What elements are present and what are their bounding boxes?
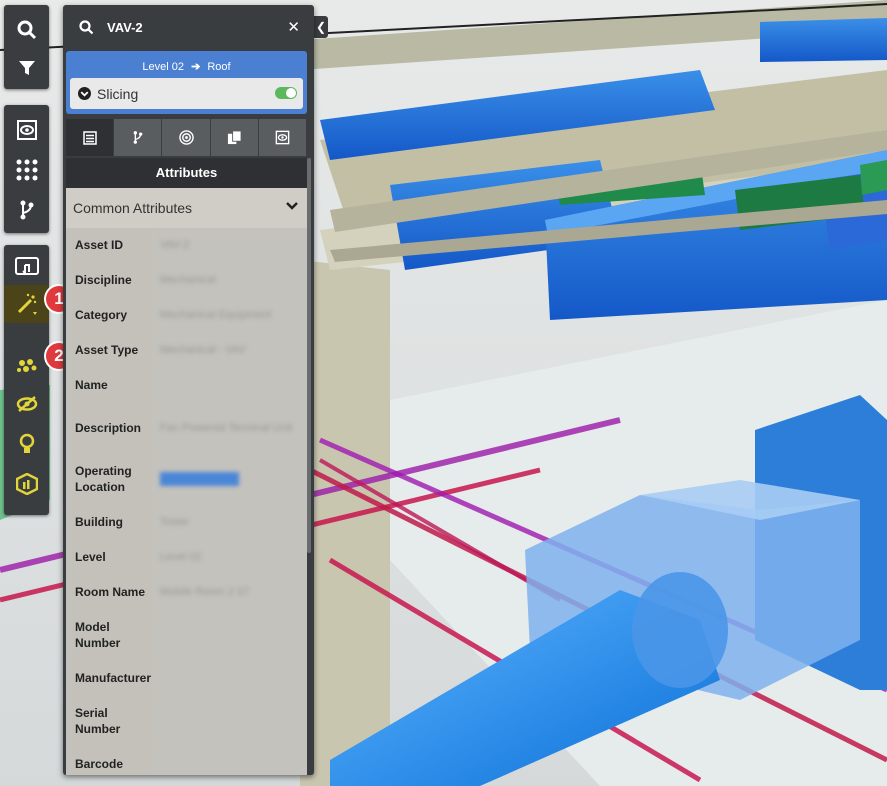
attr-row-operating-location: Operating Location Level 02 Area <box>72 454 299 505</box>
attr-key: Operating Location <box>72 454 152 504</box>
tab-hierarchy[interactable] <box>114 119 163 156</box>
tab-target[interactable] <box>162 119 211 156</box>
tab-attributes[interactable] <box>66 119 115 156</box>
collapse-panel-button[interactable]: ❮ <box>314 16 328 38</box>
documents-icon <box>227 130 242 145</box>
attr-key: Level <box>72 540 152 574</box>
hide-tool-button[interactable] <box>4 385 49 423</box>
search-bar[interactable]: VAV-2 ✕ <box>63 5 314 49</box>
attr-value: Fan Powered Terminal Unit <box>160 422 293 434</box>
toolbar-search-group <box>4 5 49 89</box>
attr-value: Mechanical Equipment <box>160 309 272 321</box>
dots-grid-icon <box>16 159 37 181</box>
panel-scrollbar[interactable] <box>307 158 311 553</box>
attr-key: Room Name <box>72 575 152 609</box>
panel-tabs <box>66 119 308 156</box>
filter-tool-button[interactable] <box>4 49 49 87</box>
attr-row-level: Level Level 02 <box>72 540 299 575</box>
attr-key: Description <box>72 403 152 453</box>
search-icon <box>17 20 36 40</box>
touch-select-button[interactable] <box>4 249 49 287</box>
magic-wand-icon <box>17 293 37 315</box>
touch-screen-icon <box>14 257 39 276</box>
attr-value: Level 02 <box>160 551 202 563</box>
attr-row-manufacturer: Manufacturer <box>72 661 299 696</box>
attributes-heading: Attributes <box>66 158 307 188</box>
attr-key: Name <box>72 368 152 402</box>
attr-key: Category <box>72 298 152 332</box>
attributes-panel: VAV-2 ✕ Level 02 ➔ Roof Slicing Attribut… <box>63 5 314 775</box>
attr-key: Serial Number <box>72 696 152 746</box>
attr-value: Mobile Room 2 07 <box>160 586 250 598</box>
model-tool-button[interactable] <box>4 465 49 503</box>
box-chart-icon <box>15 473 38 495</box>
attr-key: Model Number <box>72 610 152 660</box>
attr-key: Asset Type <box>72 333 152 367</box>
arrow-right-icon: ➔ <box>191 61 201 73</box>
list-icon <box>82 130 97 145</box>
attr-row-asset-id: Asset ID VAV-2 <box>72 228 299 263</box>
chevron-down-icon <box>286 202 298 210</box>
search-icon <box>79 20 94 35</box>
target-icon <box>178 130 194 145</box>
tab-documents[interactable] <box>210 119 259 156</box>
common-attributes-header[interactable]: Common Attributes <box>66 188 307 228</box>
search-input[interactable]: VAV-2 <box>107 20 143 35</box>
attr-value: VAV-2 <box>160 239 190 251</box>
attr-value[interactable]: Level 02 Area <box>160 472 240 486</box>
attr-key: Discipline <box>72 263 152 297</box>
slice-range: Level 02 ➔ Roof <box>66 60 307 73</box>
slicing-switch[interactable] <box>275 87 297 99</box>
attr-row-discipline: Discipline Mechanical <box>72 263 299 298</box>
cluster-tool-button[interactable] <box>4 347 49 385</box>
slicing-label: Slicing <box>97 86 139 102</box>
tab-view[interactable] <box>258 119 308 156</box>
attr-key: Building <box>72 505 152 539</box>
chevron-circle-down-icon <box>78 87 91 100</box>
eye-slash-icon <box>16 396 37 412</box>
slicing-toggle-row[interactable]: Slicing <box>70 78 303 109</box>
eye-frame-icon <box>275 130 290 145</box>
attr-key: Barcode <box>72 747 152 775</box>
attr-row-barcode: Barcode <box>72 747 299 775</box>
eye-frame-icon <box>16 120 37 140</box>
attr-value: Mechanical <box>160 274 216 286</box>
attr-key: Manufacturer <box>72 661 152 695</box>
grid-tool-button[interactable] <box>4 151 49 189</box>
toolbar-tools-group <box>4 245 49 515</box>
attr-row-category: Category Mechanical Equipment <box>72 298 299 333</box>
branch-icon <box>133 131 143 144</box>
attr-row-serial-number: Serial Number <box>72 696 299 747</box>
attr-row-building: Building Tower <box>72 505 299 540</box>
common-attributes-title: Common Attributes <box>73 200 193 216</box>
branch-icon <box>20 200 33 220</box>
attr-row-room-name: Room Name Mobile Room 2 07 <box>72 575 299 610</box>
visibility-tool-button[interactable] <box>4 111 49 149</box>
attr-row-name: Name <box>72 368 299 403</box>
attr-key: Asset ID <box>72 228 152 262</box>
clear-search-icon[interactable]: ✕ <box>287 18 300 36</box>
attr-value: Tower <box>160 516 190 528</box>
attr-value: Mechanical - VAV <box>160 344 246 356</box>
slice-to-level: Roof <box>207 61 231 73</box>
attributes-table: Asset ID VAV-2 Discipline Mechanical Cat… <box>66 228 307 775</box>
attr-row-asset-type: Asset Type Mechanical - VAV <box>72 333 299 368</box>
slicing-section: Level 02 ➔ Roof Slicing <box>66 51 307 114</box>
cluster-icon <box>16 359 36 372</box>
attr-row-description: Description Fan Powered Terminal Unit <box>72 403 299 454</box>
filter-icon <box>18 61 35 75</box>
slice-from-level: Level 02 <box>142 61 184 73</box>
hierarchy-tool-button[interactable] <box>4 191 49 229</box>
magic-wand-button[interactable] <box>4 285 49 323</box>
idea-tool-button[interactable] <box>4 425 49 463</box>
attr-row-model-number: Model Number <box>72 610 299 661</box>
toolbar-view-group <box>4 105 49 233</box>
chevron-left-icon: ❮ <box>315 20 327 34</box>
lightbulb-icon <box>19 433 34 453</box>
search-tool-button[interactable] <box>4 11 49 49</box>
